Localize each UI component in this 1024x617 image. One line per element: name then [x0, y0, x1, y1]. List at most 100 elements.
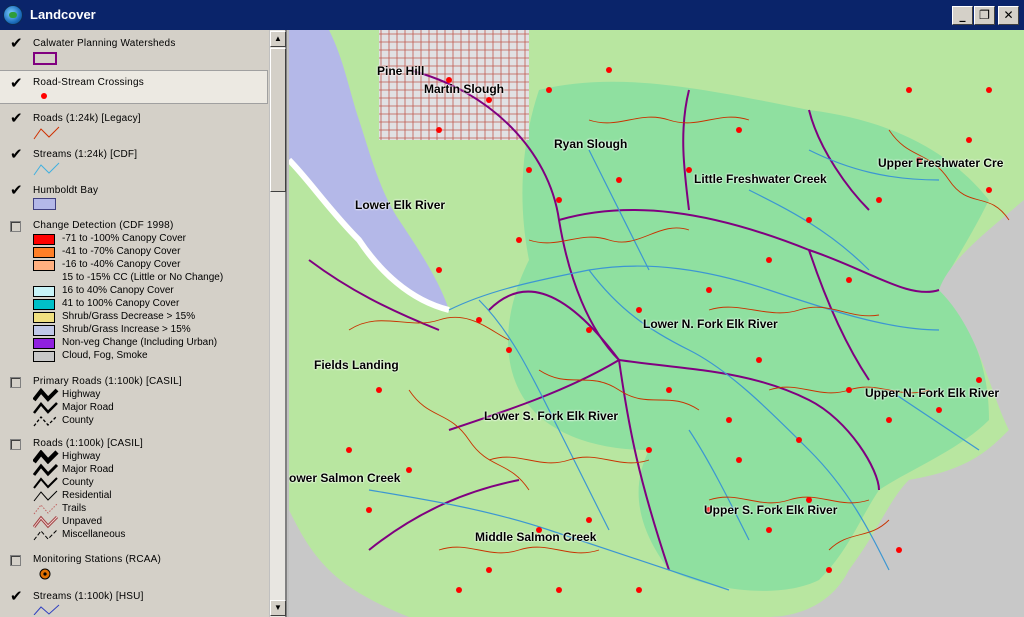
- watershed-polygon-symbol: [33, 52, 57, 65]
- legend-item: County: [33, 477, 265, 490]
- station-point-symbol: [39, 568, 51, 580]
- color-swatch: [33, 312, 55, 323]
- place-label: Middle Salmon Creek: [475, 530, 597, 544]
- legend-item: Major Road: [33, 402, 265, 415]
- close-button[interactable]: ✕: [998, 6, 1019, 25]
- triangle-down-icon: ▼: [274, 603, 282, 612]
- scroll-down-button[interactable]: ▼: [270, 600, 286, 616]
- legend-item: Trails: [33, 503, 265, 516]
- globe-icon: [3, 5, 23, 25]
- layer-checkbox[interactable]: ✔: [10, 147, 23, 162]
- residential-road-line-symbol: [33, 490, 58, 502]
- layer-humboldt-bay[interactable]: ✔ Humboldt Bay: [0, 180, 268, 214]
- layer-label: Calwater Planning Watersheds: [33, 38, 176, 49]
- unpaved-road-line-symbol: [33, 515, 59, 529]
- map-view[interactable]: Pine Hill Martin Slough Ryan Slough Uppe…: [289, 30, 1024, 617]
- legend-item: Shrub/Grass Increase > 15%: [33, 324, 265, 337]
- major-road-line-symbol: [33, 463, 59, 477]
- legend-panel: ✔ Calwater Planning Watersheds ✔ Road-St…: [0, 30, 287, 617]
- county-road-line-symbol: [33, 477, 58, 489]
- stream-line-symbol: [33, 162, 60, 176]
- close-icon: ✕: [1003, 8, 1014, 22]
- minimize-icon: _: [959, 8, 966, 22]
- place-label: ower Salmon Creek: [289, 471, 401, 485]
- window-title: Landcover: [30, 7, 96, 22]
- layer-checkbox[interactable]: [10, 221, 21, 232]
- place-label: Martin Slough: [424, 82, 504, 96]
- scroll-thumb[interactable]: [270, 48, 286, 192]
- layer-monitoring-stations[interactable]: Monitoring Stations (RCAA): [0, 550, 268, 584]
- layer-checkbox[interactable]: ✔: [10, 36, 23, 51]
- maximize-button[interactable]: ❐: [974, 6, 995, 25]
- layer-checkbox[interactable]: ✔: [10, 111, 23, 126]
- legend-item: Residential: [33, 490, 265, 503]
- legend-item: -16 to -40% Canopy Cover: [33, 259, 265, 272]
- place-label: Upper Freshwater Cre: [878, 156, 1004, 170]
- place-label: Lower S. Fork Elk River: [484, 409, 619, 423]
- legend-item: -71 to -100% Canopy Cover: [33, 233, 265, 246]
- layer-checkbox[interactable]: ✔: [10, 76, 23, 91]
- layer-streams-100k[interactable]: ✔ Streams (1:100k) [HSU]: [0, 586, 268, 616]
- legend-scrollbar[interactable]: ▲ ▼: [269, 30, 286, 617]
- crossing-point-symbol: [41, 93, 47, 99]
- restore-icon: ❐: [979, 8, 990, 22]
- color-swatch: [33, 247, 55, 258]
- color-swatch: [33, 351, 55, 362]
- layer-roads-100k[interactable]: Roads (1:100k) [CASIL] Highway Major Roa…: [0, 434, 268, 546]
- layer-road-stream-crossings[interactable]: ✔ Road-Stream Crossings: [0, 70, 268, 104]
- layer-checkbox[interactable]: [10, 377, 21, 388]
- trail-line-symbol: [33, 503, 58, 515]
- legend-item: County: [33, 415, 265, 428]
- legend-item: 41 to 100% Canopy Cover: [33, 298, 265, 311]
- scroll-up-button[interactable]: ▲: [270, 31, 286, 47]
- layer-primary-roads[interactable]: Primary Roads (1:100k) [CASIL] Highway M…: [0, 372, 268, 430]
- highway-line-symbol: [33, 450, 59, 464]
- place-label: Lower Elk River: [355, 198, 446, 212]
- highway-line-symbol: [33, 388, 59, 402]
- layer-checkbox[interactable]: [10, 439, 21, 450]
- stream-line-symbol: [33, 604, 60, 615]
- place-label: Pine Hill: [377, 64, 425, 78]
- legend-item: Unpaved: [33, 515, 265, 529]
- title-bar: Landcover _ ❐ ✕: [0, 0, 1024, 30]
- place-label: Fields Landing: [314, 358, 399, 372]
- layer-calwater-watersheds[interactable]: ✔ Calwater Planning Watersheds: [0, 34, 268, 68]
- layer-label: Streams (1:100k) [HSU]: [33, 591, 144, 602]
- legend-item: Highway: [33, 450, 265, 464]
- major-road-line-symbol: [33, 402, 58, 414]
- layer-roads-24k[interactable]: ✔ Roads (1:24k) [Legacy]: [0, 108, 268, 142]
- color-swatch: [33, 338, 55, 349]
- legend-item: -41 to -70% Canopy Cover: [33, 246, 265, 259]
- layer-label: Humboldt Bay: [33, 185, 99, 196]
- legend-item: Non-veg Change (Including Urban): [33, 337, 265, 350]
- layer-label: Primary Roads (1:100k) [CASIL]: [33, 376, 182, 387]
- layer-change-detection[interactable]: Change Detection (CDF 1998) -71 to -100%…: [0, 216, 268, 366]
- layer-label: Roads (1:100k) [CASIL]: [33, 438, 144, 449]
- legend-item: Cloud, Fog, Smoke: [33, 350, 265, 363]
- minimize-button[interactable]: _: [952, 6, 973, 25]
- legend-item: Miscellaneous: [33, 529, 265, 542]
- color-swatch: [33, 260, 55, 271]
- legend-item: Highway: [33, 388, 265, 402]
- layer-label: Roads (1:24k) [Legacy]: [33, 113, 141, 124]
- place-label: Upper N. Fork Elk River: [865, 386, 1000, 400]
- layer-streams-24k[interactable]: ✔ Streams (1:24k) [CDF]: [0, 144, 268, 178]
- layer-label: Monitoring Stations (RCAA): [33, 554, 162, 565]
- legend-item: 16 to 40% Canopy Cover: [33, 285, 265, 298]
- triangle-up-icon: ▲: [274, 34, 282, 43]
- place-label: Ryan Slough: [554, 137, 628, 151]
- layer-label: Road-Stream Crossings: [33, 77, 144, 88]
- layer-checkbox[interactable]: ✔: [10, 183, 23, 198]
- road-line-symbol: [33, 126, 60, 140]
- color-swatch: [33, 234, 55, 245]
- place-label: Upper S. Fork Elk River: [704, 503, 838, 517]
- place-label: Little Freshwater Creek: [694, 172, 827, 186]
- layer-checkbox[interactable]: ✔: [10, 589, 23, 604]
- layer-checkbox[interactable]: [10, 555, 21, 566]
- misc-road-line-symbol: [33, 529, 58, 541]
- legend-item: Major Road: [33, 463, 265, 477]
- legend-item: 15 to -15% CC (Little or No Change): [62, 272, 224, 283]
- layer-label: Change Detection (CDF 1998): [33, 220, 174, 231]
- layer-label: Streams (1:24k) [CDF]: [33, 149, 138, 160]
- place-label: Lower N. Fork Elk River: [643, 317, 778, 331]
